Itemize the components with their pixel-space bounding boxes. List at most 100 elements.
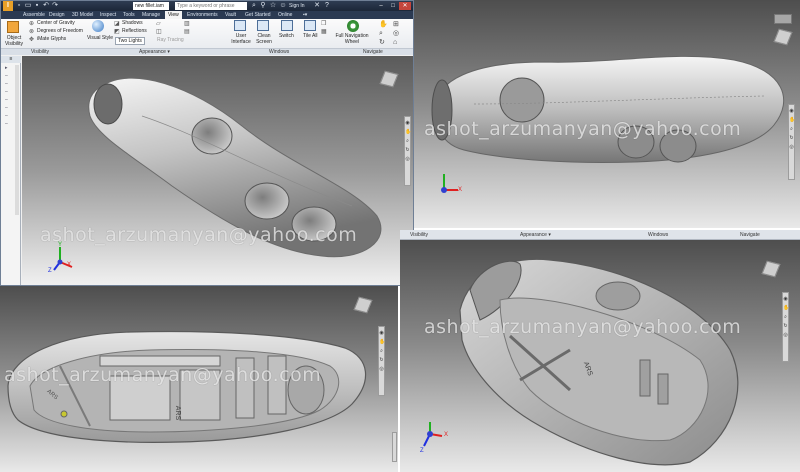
imate-glyphs-icon[interactable]: ✥ [29,36,34,45]
nav-zoom-icon[interactable]: ⌕ [379,348,384,354]
help-icon[interactable]: ? [323,2,331,10]
search-input[interactable] [175,2,247,10]
ray-tracing-item[interactable]: Ray Tracing [157,37,184,43]
nav-look-icon[interactable]: ◎ [379,366,384,372]
nav-orbit-icon[interactable]: ↻ [789,135,794,141]
full-navigation-wheel-button[interactable]: Full Navigation Wheel [335,33,369,45]
clean-screen-icon[interactable] [257,20,269,31]
viewport-scrollbar[interactable] [392,432,397,462]
visual-style-button[interactable]: Visual Style [87,35,113,41]
tab-tools[interactable]: Tools [123,11,135,19]
open-file-icon[interactable]: ▭ [24,2,32,10]
tile-all-icon[interactable] [304,20,316,31]
navigation-bar[interactable]: ◉ ✋ ⌕ ↻ ◎ [788,104,795,180]
nav-wheel-icon[interactable]: ◉ [405,120,410,126]
nav-pan-icon[interactable]: ✋ [783,305,789,311]
navigation-bar[interactable]: ◉ ✋ ⌕ ↻ ◎ [378,326,385,396]
look-at-icon[interactable]: ◎ [393,29,399,38]
tab-online[interactable]: Online [278,11,292,19]
navigation-bar[interactable]: ◉ ✋ ⌕ ↻ ◎ [404,116,411,186]
object-visibility-button[interactable]: Object Visibility [3,35,25,47]
clean-screen-button[interactable]: Clean Screen [254,33,274,45]
full-navigation-wheel-icon[interactable] [347,20,359,32]
tree-node[interactable]: – [5,121,11,127]
tab-get-started[interactable]: Get Started [245,11,271,19]
nav-zoom-icon[interactable]: ⌕ [405,138,410,144]
nav-look-icon[interactable]: ◎ [405,156,410,162]
nav-pan-icon[interactable]: ✋ [379,339,385,345]
visual-style-icon[interactable] [92,20,104,32]
switch-window-icon[interactable] [281,20,293,31]
nav-look-icon[interactable]: ◎ [783,332,788,338]
browser-scrollbar[interactable] [15,65,19,215]
tab-vault[interactable]: Vault [225,11,236,19]
reflections-item[interactable]: Reflections [122,28,147,34]
tree-node[interactable]: – [5,81,11,87]
new-file-icon[interactable]: ▫ [15,2,23,10]
tab-environments[interactable]: Environments [187,11,218,19]
slice-graphics-icon[interactable]: ▤ [184,28,190,37]
nav-pan-icon[interactable]: ✋ [789,117,795,123]
graphics-viewport-bottom-left[interactable]: ARS ARS ◉ ✋ ⌕ ↻ ◎ ashot_arzumanyan@yahoo… [0,286,398,472]
maximize-button[interactable]: □ [387,2,399,10]
arrange-icon[interactable]: ▦ [321,28,327,37]
nav-pan-icon[interactable]: ✋ [405,129,411,135]
window-control-icon[interactable] [774,14,792,24]
panel-label-appearance[interactable]: Appearance ▾ [139,49,170,56]
user-interface-button[interactable]: User Interface [231,33,251,45]
app-logo-icon[interactable]: I [3,1,13,11]
user-icon[interactable]: ☺ [279,2,287,10]
home-view-icon[interactable]: ⌂ [393,38,397,47]
nav-look-icon[interactable]: ◎ [789,144,794,150]
panel-label-appearance[interactable]: Appearance ▾ [520,230,551,240]
lighting-dropdown[interactable]: Two Lights [115,37,145,45]
imate-glyphs-item[interactable]: iMate Glyphs [37,36,66,42]
tree-node[interactable]: – [5,97,11,103]
object-visibility-icon[interactable] [7,21,19,33]
orbit-icon[interactable]: ↻ [379,38,385,47]
nav-orbit-icon[interactable]: ↻ [783,323,788,329]
zoom-all-icon[interactable]: ⊞ [393,20,399,29]
tree-node[interactable]: – [5,105,11,111]
tree-node[interactable]: – [5,89,11,95]
sign-in-link[interactable]: Sign In [289,2,305,10]
tab-manage[interactable]: Manage [142,11,160,19]
tile-all-button[interactable]: Tile All [303,33,318,39]
tree-node[interactable]: – [5,73,11,79]
tree-node[interactable]: – [5,113,11,119]
nav-orbit-icon[interactable]: ↻ [379,357,384,363]
undo-icon[interactable]: ↶ [42,2,50,10]
tab-3d-model[interactable]: 3D Model [72,11,93,19]
pan-icon[interactable]: ✋ [379,20,388,29]
save-icon[interactable]: ▪ [33,2,41,10]
binoculars-icon[interactable]: ⌕ [250,2,258,10]
nav-wheel-icon[interactable]: ◉ [379,330,384,336]
switch-button[interactable]: Switch [279,33,294,39]
redo-icon[interactable]: ↷ [51,2,59,10]
browser-menu-icon[interactable]: ≡ [1,56,21,63]
exchange-icon[interactable]: ✕ [313,2,321,10]
user-interface-icon[interactable] [234,20,246,31]
tab-view[interactable]: View [165,11,182,19]
tab-overflow-icon[interactable]: ▪▾ [303,11,307,19]
tab-assemble[interactable]: Assemble [23,11,45,19]
nav-wheel-icon[interactable]: ◉ [783,296,788,302]
degrees-of-freedom-item[interactable]: Degrees of Freedom [37,28,83,34]
reflections-icon[interactable]: ◩ [114,28,120,37]
graphics-viewport-main[interactable]: ◉ ✋ ⌕ ↻ ◎ Y X Z ashot_arzumanyan@yahoo.c… [22,56,413,285]
graphics-viewport-top-right[interactable]: ◉ ✋ ⌕ ↻ ◎ X ashot_arzumanyan@yahoo.com [414,0,800,228]
close-button[interactable]: ✕ [399,2,411,10]
shadows-item[interactable]: Shadows [122,20,143,26]
navigation-bar[interactable]: ◉ ✋ ⌕ ↻ ◎ [782,292,789,362]
nav-zoom-icon[interactable]: ⌕ [789,126,794,132]
nav-orbit-icon[interactable]: ↻ [405,147,410,153]
graphics-viewport-bottom-right[interactable]: ARS ◉ ✋ ⌕ ↻ ◎ X Z ashot_arzumanyan@yahoo… [400,240,800,472]
zoom-icon[interactable]: ⌕ [379,29,383,38]
star-icon[interactable]: ☆ [269,2,277,10]
nav-zoom-icon[interactable]: ⌕ [783,314,788,320]
tab-design[interactable]: Design [49,11,65,19]
tree-node-root[interactable]: ▸ [5,65,11,71]
perspective-icon[interactable]: ◫ [156,28,162,37]
search-icon[interactable]: ⚲ [259,2,267,10]
tab-inspect[interactable]: Inspect [100,11,116,19]
